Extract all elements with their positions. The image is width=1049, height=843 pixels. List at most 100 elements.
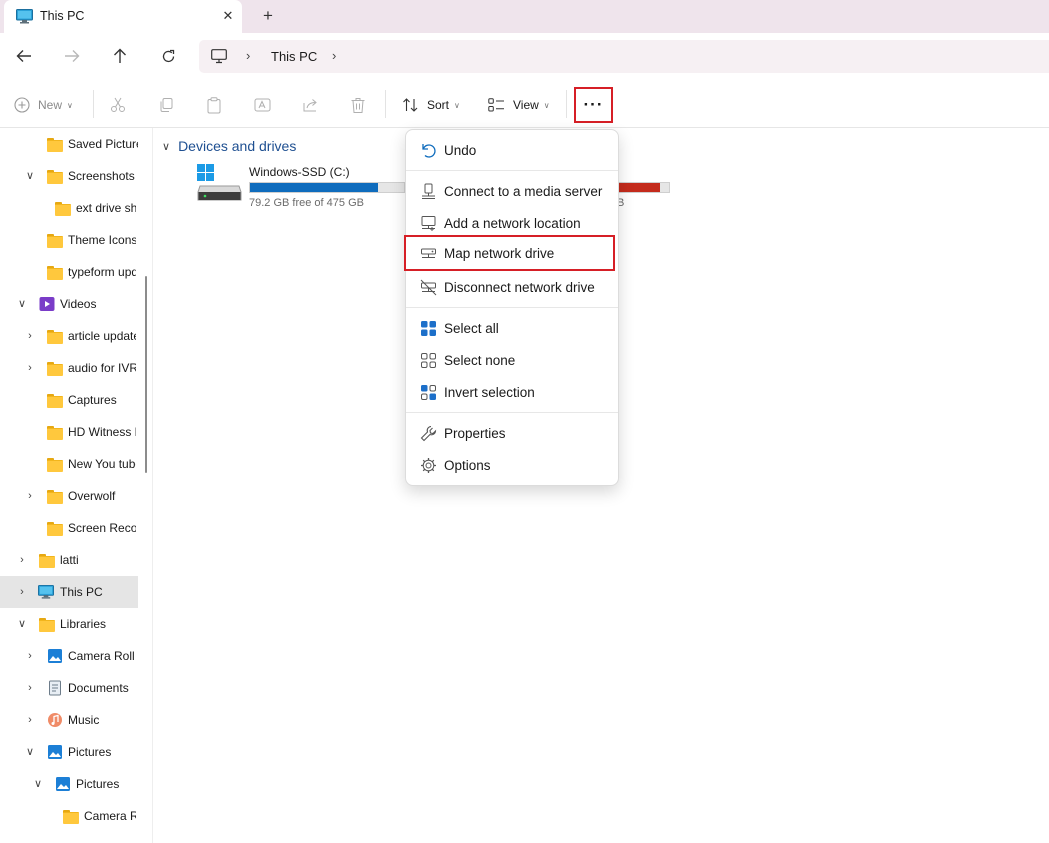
sidebar-item-screenshots[interactable]: ∨ Screenshots [0, 160, 138, 192]
delete-icon [351, 97, 365, 113]
folder-icon [47, 490, 63, 504]
sidebar-item-camera-roll-sub[interactable]: Camera Roll [0, 800, 138, 832]
refresh-button[interactable] [155, 43, 181, 69]
menu-item-select-all[interactable]: Select all [410, 313, 614, 343]
sidebar-item-label: ext drive shots [76, 201, 136, 215]
folder-icon [47, 522, 63, 536]
sidebar-item-label: Libraries [60, 617, 107, 631]
chevron-right-icon[interactable]: › [24, 681, 36, 695]
menu-item-label: Connect to a media server [444, 184, 603, 199]
menu-item-disconnect-network-drive[interactable]: Disconnect network drive [410, 272, 614, 302]
monitor-icon [211, 49, 227, 64]
sort-button[interactable]: Sort ∨ [402, 94, 460, 116]
drive-name[interactable]: Windows-SSD (C:) [249, 165, 350, 179]
new-label: New [38, 98, 63, 112]
sidebar-item-label: Screen Recordings [68, 521, 136, 535]
chevron-right-icon[interactable]: › [16, 553, 28, 567]
sidebar-item-camera-roll[interactable]: › Camera Roll [0, 640, 138, 672]
sidebar-item-this-pc[interactable]: › This PC [0, 576, 138, 608]
section-header-devices[interactable]: ∨ Devices and drives [162, 138, 296, 154]
new-tab-button[interactable]: + [258, 6, 278, 26]
up-button[interactable] [107, 43, 133, 69]
menu-item-map-network-drive[interactable]: Map network drive [404, 235, 615, 271]
refresh-icon [162, 49, 174, 62]
chevron-right-icon[interactable]: › [24, 713, 36, 727]
sidebar-item-audio-for-ivr[interactable]: › audio for IVR [0, 352, 138, 384]
sidebar-item-pictures-sub[interactable]: ∨ Pictures [0, 768, 138, 800]
sidebar-item-overwolf[interactable]: › Overwolf [0, 480, 138, 512]
chevron-down-icon: ∨ [454, 100, 460, 110]
disconnect-network-drive-icon [420, 279, 437, 296]
new-button[interactable]: New ∨ [14, 94, 73, 116]
menu-item-select-none[interactable]: Select none [410, 345, 614, 375]
sidebar-item-theme-icons[interactable]: Theme Icons [0, 224, 138, 256]
sidebar-item-libraries[interactable]: ∨ Libraries [0, 608, 138, 640]
chevron-down-icon[interactable]: ∨ [24, 745, 36, 759]
sidebar-item-label: audio for IVR [68, 361, 136, 375]
back-button[interactable] [11, 43, 37, 69]
chevron-right-icon[interactable]: › [24, 361, 36, 375]
breadcrumb-separator[interactable]: › [332, 48, 336, 63]
pictures-icon [48, 745, 62, 759]
this-pc-icon [38, 584, 54, 599]
menu-item-connect-media-server[interactable]: Connect to a media server [410, 176, 614, 206]
sidebar-scrollbar[interactable] [145, 276, 147, 473]
cut-button[interactable] [110, 94, 126, 116]
select-all-icon [421, 321, 436, 336]
paste-button[interactable] [206, 94, 222, 116]
view-icon [488, 98, 504, 112]
navigation-pane: Saved Pictures ∨ Screenshots ext drive s… [0, 128, 153, 843]
menu-item-add-network-location[interactable]: Add a network location [410, 208, 614, 238]
sidebar-item-latti[interactable]: › latti [0, 544, 138, 576]
sidebar-item-label: Videos [60, 297, 97, 311]
folder-icon [47, 426, 63, 440]
chevron-down-icon[interactable]: ∨ [32, 777, 44, 791]
chevron-right-icon[interactable]: › [24, 329, 36, 343]
sidebar-item-documents[interactable]: › Documents [0, 672, 138, 704]
drive-usage-fill [250, 183, 379, 192]
cut-icon [111, 97, 125, 112]
sidebar-item-captures[interactable]: Captures [0, 384, 138, 416]
sidebar-item-new-you-tube[interactable]: New You tube [0, 448, 138, 480]
chevron-right-icon[interactable]: › [24, 489, 36, 503]
menu-item-undo[interactable]: Undo [410, 135, 614, 165]
sidebar-item-screen-recordings[interactable]: Screen Recordings [0, 512, 138, 544]
sidebar-item-label: article updates [68, 329, 136, 343]
chevron-down-icon[interactable]: ∨ [24, 169, 36, 183]
arrow-up-icon [114, 48, 126, 63]
delete-button[interactable] [350, 94, 366, 116]
copy-button[interactable] [158, 94, 174, 116]
see-more-button[interactable]: ··· [574, 87, 613, 123]
sidebar-item-pictures[interactable]: ∨ Pictures [0, 736, 138, 768]
breadcrumb-this-pc[interactable]: This PC [271, 49, 317, 64]
sidebar-item-music[interactable]: › Music [0, 704, 138, 736]
sidebar-item-article-updates[interactable]: › article updates [0, 320, 138, 352]
sidebar-item-typeform-updates[interactable]: typeform updates [0, 256, 138, 288]
media-server-icon [422, 183, 435, 199]
share-button[interactable] [302, 94, 319, 116]
divider [93, 90, 94, 118]
rename-button[interactable] [254, 94, 271, 116]
forward-button[interactable] [59, 43, 85, 69]
chevron-right-icon[interactable]: › [16, 585, 28, 599]
tab-this-pc[interactable]: This PC ✕ [4, 0, 242, 33]
sidebar-item-ext-drive-shots[interactable]: ext drive shots [0, 192, 138, 224]
sidebar-item-hd-witness-media[interactable]: HD Witness Media [0, 416, 138, 448]
menu-item-label: Undo [444, 143, 477, 158]
close-tab-button[interactable]: ✕ [218, 6, 238, 26]
chevron-down-icon[interactable]: ∨ [16, 617, 28, 631]
view-button[interactable]: View ∨ [488, 94, 550, 116]
address-bar[interactable]: › This PC › [199, 40, 1049, 73]
menu-item-properties[interactable]: Properties [410, 418, 614, 448]
chevron-down-icon[interactable]: ∨ [16, 297, 28, 311]
undo-icon [422, 144, 436, 158]
sidebar-item-label: This PC [60, 585, 103, 599]
folder-icon [47, 234, 63, 248]
drive-free-space: 79.2 GB free of 475 GB [249, 197, 364, 209]
chevron-down-icon: ∨ [543, 100, 550, 110]
sidebar-item-videos[interactable]: ∨ Videos [0, 288, 138, 320]
menu-item-invert-selection[interactable]: Invert selection [410, 377, 614, 407]
sidebar-item-saved-pictures[interactable]: Saved Pictures [0, 128, 138, 160]
menu-item-options[interactable]: Options [410, 450, 614, 480]
chevron-right-icon[interactable]: › [24, 649, 36, 663]
